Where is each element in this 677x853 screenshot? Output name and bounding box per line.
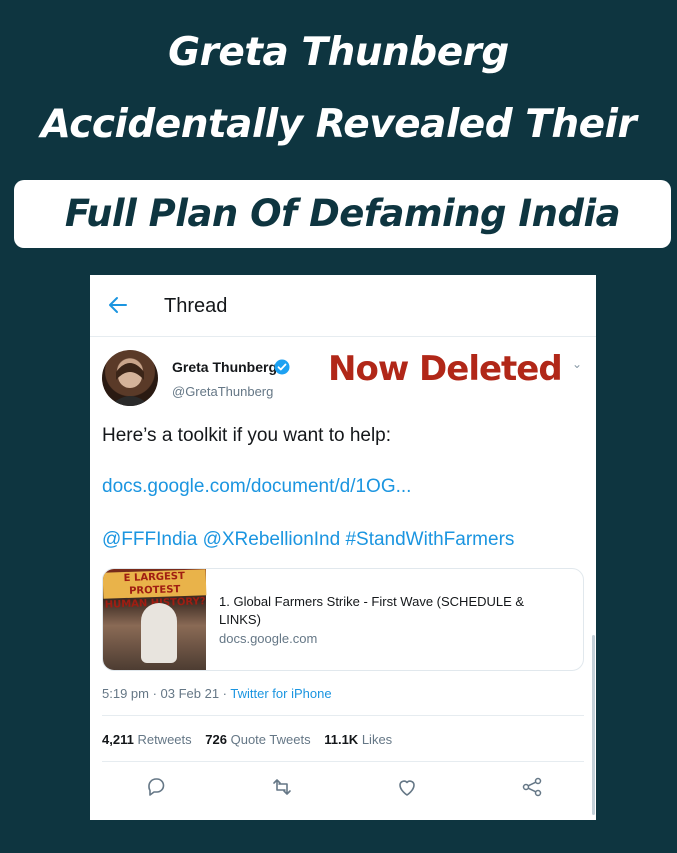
arrow-left-icon[interactable] [106, 293, 130, 317]
thumbnail-person [141, 603, 177, 663]
now-deleted-label: Now Deleted [328, 349, 563, 389]
share-icon[interactable] [520, 775, 544, 799]
likes-stat[interactable]: 11.1K Likes [324, 732, 392, 747]
tweet-stats: 4,211 Retweets 726 Quote Tweets 11.1K Li… [102, 732, 402, 747]
author-name[interactable]: Greta Thunberg [172, 359, 277, 375]
heart-icon[interactable] [395, 775, 419, 799]
thread-header: Thread [90, 275, 596, 337]
tweet-text: Here’s a toolkit if you want to help: [102, 425, 392, 446]
preview-thumbnail: E LARGEST PROTEST HUMAN HISTORY? [103, 569, 207, 670]
scrollbar[interactable] [592, 635, 595, 815]
tweet-actions [90, 775, 596, 805]
retweet-icon[interactable] [270, 775, 294, 799]
link-preview-card[interactable]: E LARGEST PROTEST HUMAN HISTORY? 1. Glob… [102, 568, 584, 671]
tweet-meta: 5:19 pm · 03 Feb 21 · Twitter for iPhone [102, 686, 332, 701]
chevron-down-icon[interactable]: ⌄ [572, 357, 582, 371]
avatar[interactable] [102, 350, 158, 406]
quotes-count: 726 [205, 732, 227, 747]
thumbnail-banner: E LARGEST PROTEST HUMAN HISTORY? [103, 569, 207, 611]
verified-badge-icon [274, 359, 290, 375]
divider [102, 761, 584, 762]
retweets-stat[interactable]: 4,211 Retweets [102, 732, 192, 747]
retweets-label: Retweets [137, 732, 192, 747]
likes-label: Likes [361, 732, 393, 747]
likes-count: 11.1K [324, 732, 359, 747]
quotes-label: Quote Tweets [230, 732, 311, 747]
headline-banner: Full Plan Of Defaming India [14, 180, 671, 248]
author-handle[interactable]: @GretaThunberg [172, 384, 273, 399]
retweets-count: 4,211 [102, 732, 134, 747]
quotes-stat[interactable]: 726 Quote Tweets [205, 732, 310, 747]
thread-title: Thread [164, 295, 228, 317]
toolkit-link[interactable]: docs.google.com/document/d/1OG... [102, 476, 411, 498]
tweet-timestamp[interactable]: 5:19 pm · 03 Feb 21 · [102, 686, 230, 701]
preview-domain: docs.google.com [219, 631, 318, 646]
headline-line-1: Greta Thunberg [168, 30, 509, 75]
tweet-screenshot-card: Thread Greta Thunberg @GretaThunberg Now… [90, 275, 596, 820]
preview-title: 1. Global Farmers Strike - First Wave (S… [219, 594, 525, 627]
thumbnail-text-1: E LARGEST PROTEST [123, 570, 186, 597]
mentions-hashtags[interactable]: @FFFIndia @XRebellionInd #StandWithFarme… [102, 529, 514, 551]
tweet-source[interactable]: Twitter for iPhone [230, 686, 331, 701]
divider [102, 715, 584, 716]
reply-icon[interactable] [144, 775, 168, 799]
headline-line-2: Accidentally Revealed Their [40, 102, 637, 147]
